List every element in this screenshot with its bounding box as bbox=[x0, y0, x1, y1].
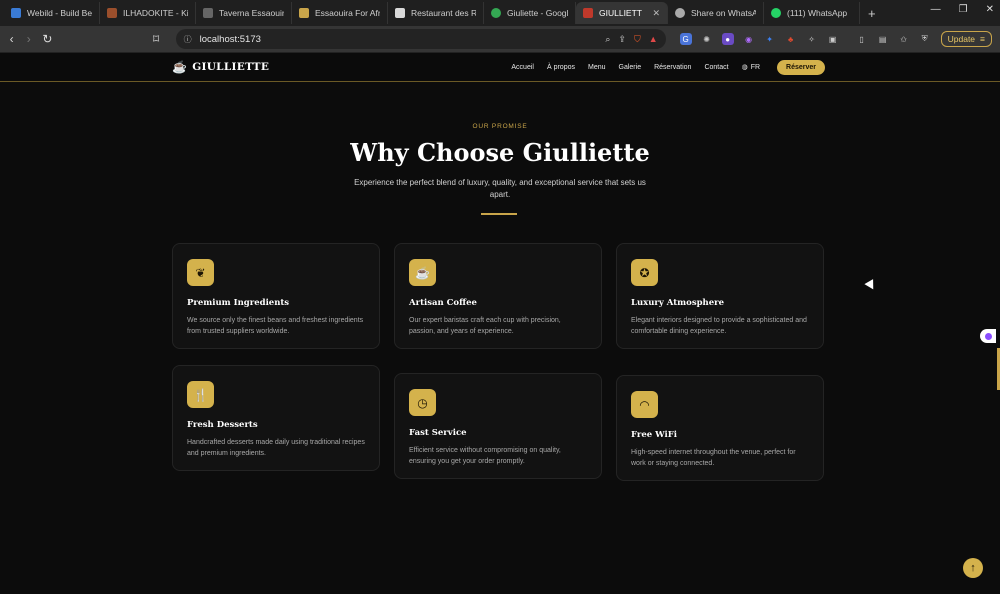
extension-icon[interactable]: ✦ bbox=[764, 33, 776, 45]
section-divider bbox=[481, 213, 517, 215]
tab-favicon-icon bbox=[395, 8, 405, 18]
restore-icon[interactable]: ❐ bbox=[959, 4, 968, 15]
feature-description: Elegant interiors designed to provide a … bbox=[631, 317, 807, 335]
browser-tab[interactable]: Webild - Build Bea bbox=[4, 2, 100, 24]
feature-description: Our expert baristas craft each cup with … bbox=[409, 317, 561, 335]
url-text: localhost:5173 bbox=[199, 33, 261, 45]
nav-link-reservation[interactable]: Réservation bbox=[654, 64, 691, 71]
feature-card: ☕ Artisan Coffee Our expert baristas cra… bbox=[394, 243, 602, 349]
update-button[interactable]: Update ≡ bbox=[940, 31, 993, 47]
feature-description: High-speed internet throughout the venue… bbox=[631, 449, 796, 467]
browser-tab[interactable]: (111) WhatsApp bbox=[764, 2, 860, 24]
extension-icon[interactable]: ◉ bbox=[743, 33, 755, 45]
tab-favicon-icon bbox=[107, 8, 117, 18]
widget-icon bbox=[984, 332, 992, 340]
browser-tab[interactable]: Giuliette - Google bbox=[484, 2, 576, 24]
new-tab-icon[interactable]: + bbox=[860, 6, 884, 21]
tab-favicon-icon bbox=[583, 8, 593, 18]
feature-description: Handcrafted desserts made daily using tr… bbox=[187, 439, 365, 457]
feature-title: Free WiFi bbox=[631, 430, 678, 440]
utensils-icon: 🍴 bbox=[187, 381, 214, 408]
globe-icon: ◍ bbox=[741, 64, 748, 71]
puzzle-icon[interactable]: ✧ bbox=[806, 33, 818, 45]
coffee-cup-icon: ☕ bbox=[172, 60, 188, 74]
language-switcher[interactable]: ◍ FR bbox=[741, 63, 760, 72]
tab-favicon-icon bbox=[491, 8, 501, 18]
coffee-icon: ☕ bbox=[409, 259, 436, 286]
feature-description: We source only the finest beans and fres… bbox=[187, 317, 364, 335]
award-icon: ✪ bbox=[631, 259, 658, 286]
feature-title: Luxury Atmosphere bbox=[631, 298, 725, 308]
menu-icon: ≡ bbox=[980, 34, 986, 44]
feature-title: Artisan Coffee bbox=[409, 298, 477, 308]
feature-card: 🍴 Fresh Desserts Handcrafted desserts ma… bbox=[172, 365, 380, 471]
browser-tab-bar: Webild - Build Bea ILHADOKITE - Kite Tav… bbox=[0, 0, 1000, 26]
site-logo[interactable]: ☕ GIULLIETTE bbox=[172, 60, 269, 74]
brave-rewards-icon[interactable]: ▲ bbox=[649, 34, 658, 44]
share-icon[interactable]: ⇪ bbox=[618, 34, 626, 45]
address-bar[interactable]: ⓘ localhost:5173 ⌕ ⇪ ⛉ ▲ bbox=[175, 29, 666, 49]
close-window-icon[interactable]: ✕ bbox=[986, 4, 994, 15]
section-title: Why Choose Giulliette bbox=[350, 138, 650, 167]
tab-favicon-icon bbox=[771, 8, 781, 18]
tab-favicon-icon bbox=[11, 8, 21, 18]
forward-icon[interactable]: › bbox=[25, 32, 32, 46]
brave-shield-icon[interactable]: ⛉ bbox=[634, 34, 641, 45]
nav-link-galerie[interactable]: Galerie bbox=[619, 64, 642, 71]
bookmark-icon[interactable]: ⌑ bbox=[152, 32, 159, 46]
sidebar-icon[interactable]: ▯ bbox=[856, 33, 868, 45]
feature-card: ✪ Luxury Atmosphere Elegant interiors de… bbox=[616, 243, 824, 349]
reserve-button[interactable]: Réserver bbox=[777, 59, 825, 75]
clock-icon: ◷ bbox=[409, 389, 436, 416]
site-navbar: ☕ GIULLIETTE Accueil À propos Menu Galer… bbox=[0, 53, 1000, 82]
nav-link-contact[interactable]: Contact bbox=[704, 64, 728, 71]
arrow-up-icon: ↑ bbox=[970, 562, 976, 574]
tab-favicon-icon bbox=[675, 8, 685, 18]
close-tab-icon[interactable]: ✕ bbox=[652, 8, 660, 19]
translate-extension-icon[interactable]: G bbox=[679, 33, 692, 45]
feature-card: ◠ Free WiFi High-speed internet througho… bbox=[616, 375, 824, 481]
feature-card: ❦ Premium Ingredients We source only the… bbox=[172, 243, 380, 349]
floating-widget-button[interactable] bbox=[980, 329, 996, 343]
browser-tab[interactable]: Essaouira For Afric bbox=[292, 2, 388, 24]
feature-title: Fresh Desserts bbox=[187, 420, 258, 430]
tab-favicon-icon bbox=[299, 8, 309, 18]
scroll-to-top-button[interactable]: ↑ bbox=[963, 558, 983, 578]
minimize-icon[interactable]: — bbox=[931, 4, 941, 15]
browser-tab[interactable]: Share on WhatsAp bbox=[668, 2, 764, 24]
feature-title: Premium Ingredients bbox=[187, 298, 290, 308]
feature-title: Fast Service bbox=[409, 428, 467, 438]
browser-tab[interactable]: Restaurant des Rê bbox=[388, 2, 484, 24]
site-menu: Accueil À propos Menu Galerie Réservatio… bbox=[511, 59, 825, 75]
extensions-area: G ✺ ● ◉ ✦ ♣ ✧ ▣ ▯ ▤ ✩ ⛨ bbox=[679, 33, 931, 45]
site-info-icon[interactable]: ⓘ bbox=[184, 34, 192, 45]
extension-icon[interactable]: ✺ bbox=[701, 33, 713, 45]
browser-toolbar: ‹ › ↻ ⌑ ⓘ localhost:5173 ⌕ ⇪ ⛉ ▲ G ✺ ● ◉… bbox=[0, 26, 1000, 53]
browser-tab-active[interactable]: GIULLIETTE |✕ bbox=[576, 2, 668, 24]
extension-icon[interactable]: ● bbox=[721, 33, 734, 45]
leo-icon[interactable]: ✩ bbox=[898, 33, 910, 45]
wallet-icon[interactable]: ▤ bbox=[877, 33, 889, 45]
nav-link-menu[interactable]: Menu bbox=[588, 64, 606, 71]
nav-link-a-propos[interactable]: À propos bbox=[547, 64, 575, 71]
section-eyebrow: OUR PROMISE bbox=[472, 123, 528, 130]
window-controls: — ❐ ✕ bbox=[931, 4, 994, 15]
tab-favicon-icon bbox=[203, 8, 213, 18]
vpn-icon[interactable]: ⛨ bbox=[919, 33, 931, 45]
extension-icon[interactable]: ♣ bbox=[785, 33, 797, 45]
wifi-icon: ◠ bbox=[631, 391, 658, 418]
leaf-icon: ❦ bbox=[187, 259, 214, 286]
screenshot-icon[interactable]: ▣ bbox=[827, 33, 839, 45]
reload-icon[interactable]: ↻ bbox=[42, 32, 52, 46]
section-subtitle: Experience the perfect blend of luxury, … bbox=[354, 178, 646, 199]
feature-card: ◷ Fast Service Efficient service without… bbox=[394, 373, 602, 479]
feature-description: Efficient service without compromising o… bbox=[409, 447, 561, 465]
browser-tab[interactable]: Taverna Essaouira bbox=[196, 2, 292, 24]
zoom-icon[interactable]: ⌕ bbox=[605, 34, 610, 45]
browser-tab[interactable]: ILHADOKITE - Kite bbox=[100, 2, 196, 24]
nav-link-accueil[interactable]: Accueil bbox=[511, 64, 534, 71]
back-icon[interactable]: ‹ bbox=[8, 32, 15, 46]
page-viewport: ☕ GIULLIETTE Accueil À propos Menu Galer… bbox=[0, 53, 1000, 594]
